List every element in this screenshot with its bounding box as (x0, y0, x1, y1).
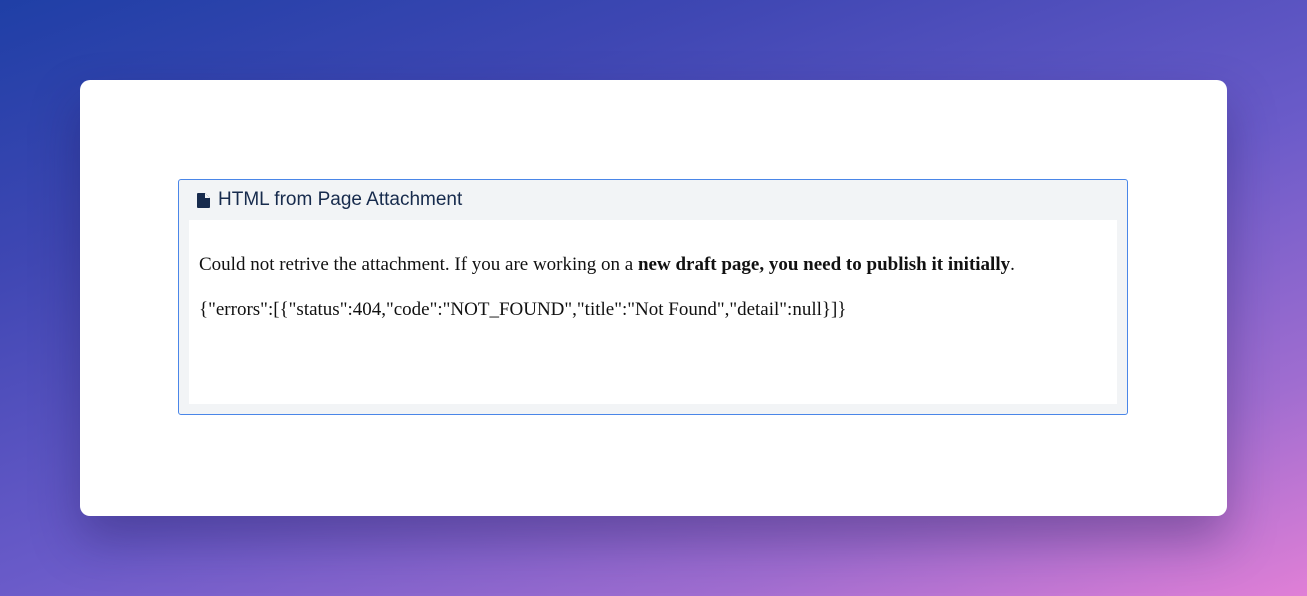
error-json: {"errors":[{"status":404,"code":"NOT_FOU… (199, 299, 847, 320)
error-message: Could not retrive the attachment. If you… (199, 253, 1107, 277)
document-icon (197, 192, 210, 208)
macro-body: Could not retrive the attachment. If you… (189, 220, 1117, 404)
attachment-macro-panel: HTML from Page Attachment Could not retr… (178, 179, 1128, 415)
message-bold: new draft page, you need to publish it i… (637, 254, 1011, 275)
message-suffix: . (1010, 254, 1015, 275)
content-card: HTML from Page Attachment Could not retr… (80, 80, 1227, 516)
macro-title: HTML from Page Attachment (218, 189, 463, 210)
message-prefix: Could not retrive the attachment. If you… (199, 254, 638, 275)
page-background: { "macro": { "title": "HTML from Page At… (0, 0, 1307, 596)
macro-header: HTML from Page Attachment (179, 180, 1127, 220)
